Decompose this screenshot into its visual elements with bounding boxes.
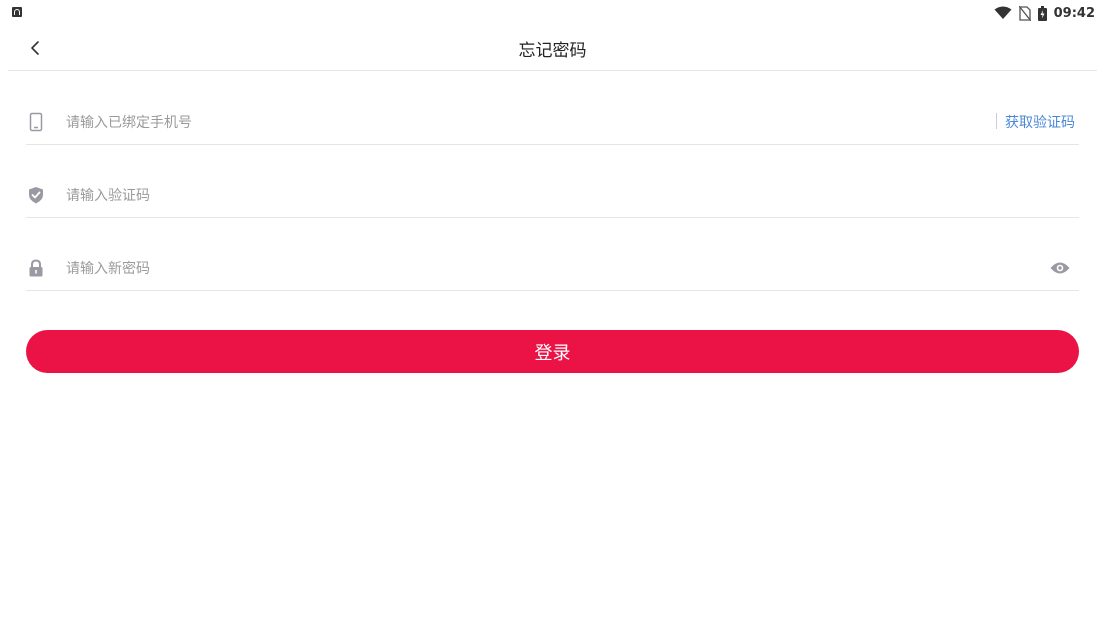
eye-icon[interactable] bbox=[1049, 260, 1071, 276]
no-sim-icon bbox=[1018, 5, 1031, 21]
battery-icon bbox=[1037, 5, 1047, 21]
page-title: 忘记密码 bbox=[518, 41, 587, 61]
clock: 09:42 bbox=[1053, 5, 1095, 21]
phone-icon bbox=[29, 112, 43, 132]
password-input[interactable] bbox=[64, 256, 1008, 282]
app-header: 忘记密码 bbox=[0, 26, 1105, 70]
get-code-button[interactable]: 获取验证码 bbox=[1005, 112, 1075, 132]
code-row bbox=[26, 173, 1079, 218]
code-input[interactable] bbox=[64, 183, 1048, 209]
lock-icon bbox=[29, 259, 43, 277]
shield-check-icon bbox=[29, 187, 43, 204]
login-button[interactable]: 登录 bbox=[26, 330, 1079, 373]
android-app-icon bbox=[12, 7, 22, 17]
wifi-icon bbox=[994, 6, 1012, 19]
status-bar: 09:42 bbox=[0, 0, 1105, 26]
status-icons: 09:42 bbox=[994, 4, 1095, 22]
password-row bbox=[26, 246, 1079, 291]
header-divider bbox=[8, 70, 1097, 71]
phone-input[interactable] bbox=[64, 110, 968, 136]
phone-row: 获取验证码 bbox=[26, 100, 1079, 145]
code-divider bbox=[996, 113, 997, 129]
